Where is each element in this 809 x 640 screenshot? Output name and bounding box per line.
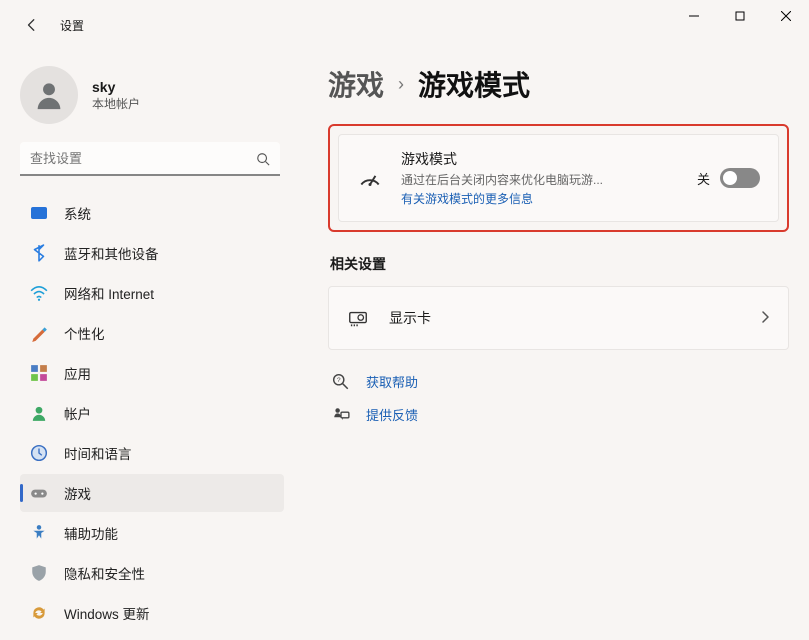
breadcrumb-parent[interactable]: 游戏 — [328, 64, 384, 104]
system-icon — [30, 204, 48, 222]
game-mode-title: 游戏模式 — [401, 149, 679, 169]
help-links: ? 获取帮助 提供反馈 — [332, 372, 789, 424]
sidebar-item-label: 帐户 — [64, 403, 91, 423]
clock-icon — [30, 444, 48, 462]
close-button[interactable] — [763, 0, 809, 32]
apps-icon — [30, 364, 48, 382]
sidebar-item-label: 时间和语言 — [64, 443, 132, 463]
chevron-right-icon — [760, 310, 770, 327]
title-bar: 设置 — [0, 0, 809, 50]
maximize-icon — [735, 11, 745, 21]
game-mode-card: 游戏模式 通过在后台关闭内容来优化电脑玩游... 有关游戏模式的更多信息 关 — [338, 134, 779, 222]
sidebar-item-label: 个性化 — [64, 323, 105, 343]
wifi-icon — [30, 284, 48, 302]
game-mode-toggle[interactable] — [720, 168, 760, 188]
sidebar-item-label: 蓝牙和其他设备 — [64, 243, 159, 263]
help-icon: ? — [332, 373, 350, 391]
account-icon — [30, 404, 48, 422]
give-feedback-label: 提供反馈 — [366, 405, 418, 424]
sidebar-item-bluetooth[interactable]: 蓝牙和其他设备 — [20, 234, 284, 272]
game-mode-card-body: 游戏模式 通过在后台关闭内容来优化电脑玩游... 有关游戏模式的更多信息 — [401, 149, 679, 207]
breadcrumb-current: 游戏模式 — [418, 64, 530, 104]
search-box[interactable] — [20, 142, 280, 176]
search-input[interactable] — [20, 142, 280, 176]
main-content: 游戏 › 游戏模式 游戏模式 通过在后台关闭内容来优化电脑玩游... 有关游戏模… — [300, 50, 809, 640]
sidebar-item-label: 应用 — [64, 363, 91, 383]
minimize-button[interactable] — [671, 0, 717, 32]
sidebar-item-privacy[interactable]: 隐私和安全性 — [20, 554, 284, 592]
game-mode-description: 通过在后台关闭内容来优化电脑玩游... — [401, 171, 679, 188]
window-controls — [671, 0, 809, 32]
sidebar-item-apps[interactable]: 应用 — [20, 354, 284, 392]
minimize-icon — [689, 11, 699, 21]
speedometer-icon — [357, 165, 383, 191]
sidebar-item-time-language[interactable]: 时间和语言 — [20, 434, 284, 472]
bluetooth-icon — [30, 244, 48, 262]
game-mode-toggle-label: 关 — [697, 169, 710, 188]
sidebar-item-label: 系统 — [64, 203, 91, 223]
user-text: sky 本地帐户 — [92, 79, 140, 112]
sidebar-item-network[interactable]: 网络和 Internet — [20, 274, 284, 312]
display-adapter-row[interactable]: 显示卡 — [328, 286, 789, 350]
brush-icon — [30, 324, 48, 342]
maximize-button[interactable] — [717, 0, 763, 32]
arrow-left-icon — [25, 18, 39, 32]
user-account-type: 本地帐户 — [92, 95, 140, 112]
user-block[interactable]: sky 本地帐户 — [20, 58, 300, 142]
nav: 系统 蓝牙和其他设备 网络和 Internet 个性化 应用 帐户 — [20, 194, 300, 632]
chevron-right-icon: › — [398, 74, 404, 95]
sidebar-item-label: 辅助功能 — [64, 523, 118, 543]
sidebar-item-gaming[interactable]: 游戏 — [20, 474, 284, 512]
sidebar: sky 本地帐户 系统 蓝牙和其他设备 网络和 Internet — [0, 50, 300, 640]
close-icon — [781, 11, 791, 21]
sidebar-item-label: 游戏 — [64, 483, 91, 503]
sidebar-item-label: 隐私和安全性 — [64, 563, 145, 583]
get-help-label: 获取帮助 — [366, 372, 418, 391]
window-title: 设置 — [60, 17, 84, 34]
sidebar-item-label: Windows 更新 — [64, 603, 150, 623]
gpu-icon — [347, 307, 369, 329]
game-mode-learn-more-link[interactable]: 有关游戏模式的更多信息 — [401, 190, 679, 207]
gamepad-icon — [30, 484, 48, 502]
shield-icon — [30, 564, 48, 582]
back-button[interactable] — [20, 13, 44, 37]
display-adapter-label: 显示卡 — [389, 308, 740, 328]
sidebar-item-account[interactable]: 帐户 — [20, 394, 284, 432]
svg-text:?: ? — [337, 377, 341, 384]
update-icon — [30, 604, 48, 622]
user-name: sky — [92, 79, 140, 95]
game-mode-toggle-group: 关 — [697, 168, 760, 188]
give-feedback-link[interactable]: 提供反馈 — [332, 405, 789, 424]
game-mode-card-highlight: 游戏模式 通过在后台关闭内容来优化电脑玩游... 有关游戏模式的更多信息 关 — [328, 124, 789, 232]
sidebar-item-personalization[interactable]: 个性化 — [20, 314, 284, 352]
sidebar-item-accessibility[interactable]: 辅助功能 — [20, 514, 284, 552]
breadcrumb: 游戏 › 游戏模式 — [328, 64, 789, 104]
avatar — [20, 66, 78, 124]
accessibility-icon — [30, 524, 48, 542]
sidebar-item-windows-update[interactable]: Windows 更新 — [20, 594, 284, 632]
person-icon — [32, 78, 66, 112]
feedback-icon — [332, 406, 350, 424]
get-help-link[interactable]: ? 获取帮助 — [332, 372, 789, 391]
search-icon — [256, 152, 270, 166]
sidebar-item-label: 网络和 Internet — [64, 283, 154, 303]
related-settings-heading: 相关设置 — [330, 254, 789, 274]
sidebar-item-system[interactable]: 系统 — [20, 194, 284, 232]
